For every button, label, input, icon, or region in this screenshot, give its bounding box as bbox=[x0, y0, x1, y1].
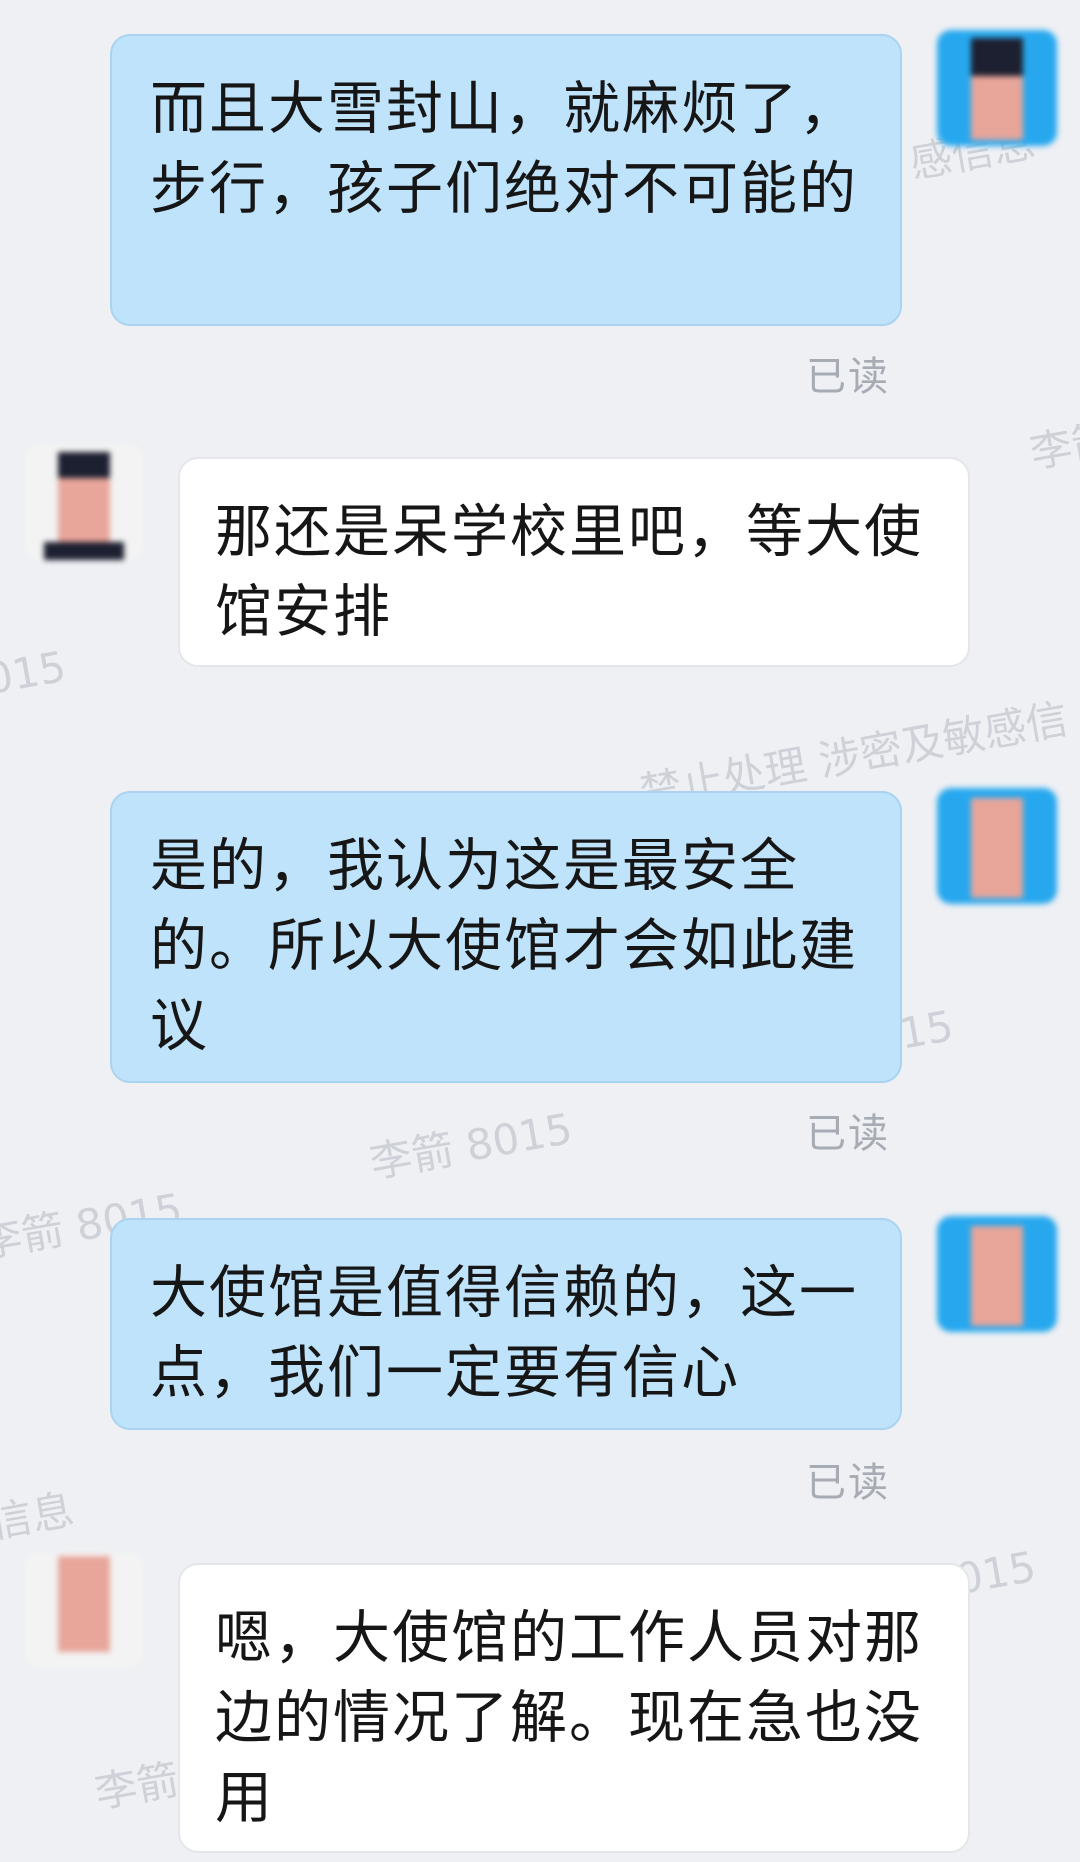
watermark: 信息 bbox=[0, 1484, 78, 1548]
read-status: 已读 bbox=[806, 354, 890, 400]
watermark: 李箭 bbox=[91, 1754, 183, 1818]
message-bubble-sent[interactable]: 大使馆是值得信赖的，这一点，我们一定要有信心 bbox=[110, 1218, 902, 1430]
message-text: 大使馆是值得信赖的，这一点，我们一定要有信心 bbox=[150, 1260, 858, 1406]
avatar-icon[interactable] bbox=[937, 30, 1057, 146]
read-status: 已读 bbox=[806, 1111, 890, 1157]
avatar-icon[interactable] bbox=[937, 788, 1057, 904]
watermark: 李箭 bbox=[1026, 414, 1080, 478]
message-bubble-received[interactable]: 那还是呆学校里吧，等大使馆安排 bbox=[178, 457, 970, 667]
avatar-icon[interactable] bbox=[937, 1216, 1057, 1332]
message-text: 嗯，大使馆的工作人员对那边的情况了解。现在急也没用 bbox=[215, 1605, 923, 1831]
watermark: 15 bbox=[895, 1001, 957, 1059]
message-bubble-received[interactable]: 嗯，大使馆的工作人员对那边的情况了解。现在急也没用 bbox=[178, 1563, 970, 1853]
message-text: 而且大雪封山，就麻烦了，步行，孩子们绝对不可能的 bbox=[150, 76, 858, 222]
chat-area[interactable]: 感信息 李箭 8015 禁止处理 涉密及敏感信 15 李箭 8015 李箭 80… bbox=[0, 0, 1080, 1862]
message-bubble-sent[interactable]: 是的，我认为这是最安全的。所以大使馆才会如此建议 bbox=[110, 791, 902, 1083]
avatar-icon[interactable] bbox=[24, 444, 144, 560]
message-text: 是的，我认为这是最安全的。所以大使馆才会如此建议 bbox=[150, 833, 858, 1059]
read-status: 已读 bbox=[806, 1460, 890, 1506]
watermark: 李箭 8015 bbox=[366, 1103, 576, 1188]
message-bubble-sent[interactable]: 而且大雪封山，就麻烦了，步行，孩子们绝对不可能的 bbox=[110, 34, 902, 326]
avatar-icon[interactable] bbox=[24, 1552, 144, 1668]
message-text: 那还是呆学校里吧，等大使馆安排 bbox=[215, 499, 923, 645]
watermark: 8015 bbox=[0, 641, 70, 709]
